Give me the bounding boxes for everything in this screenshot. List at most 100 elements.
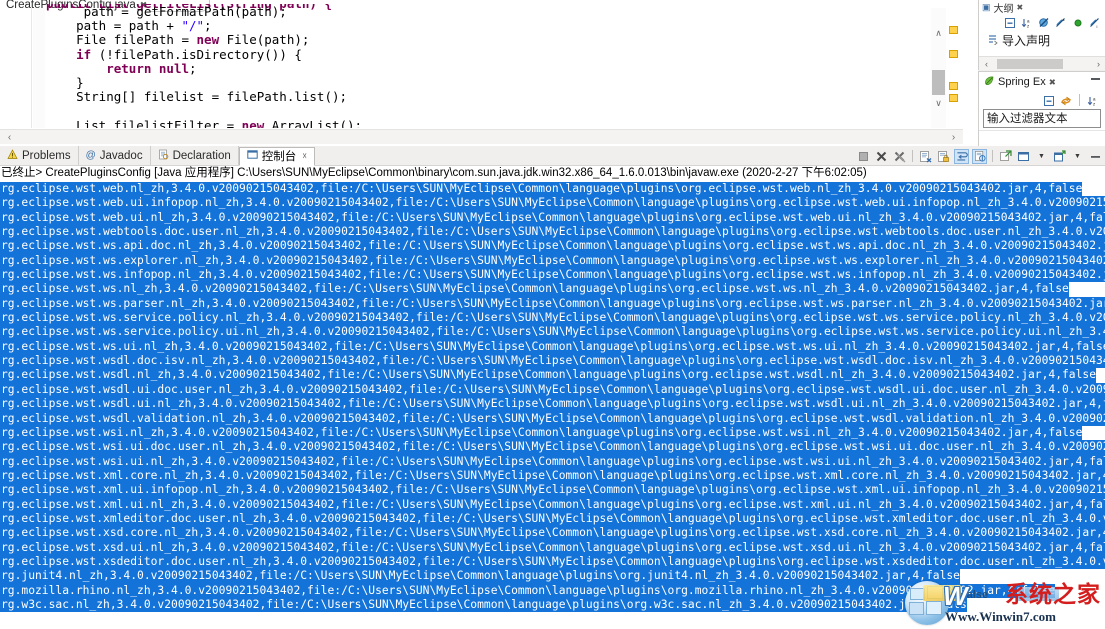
annotation-marker[interactable] [949,26,958,34]
scroll-left-icon[interactable]: ‹ [2,130,17,145]
console-line-text: rg.eclipse.wst.wsi.ui.doc.user.nl_zh,3.4… [0,440,1105,455]
close-icon[interactable]: ✖ [1049,77,1056,88]
annotation-marker[interactable] [949,94,958,102]
hide-nonpublic-icon[interactable] [1072,16,1084,28]
outline-icon: ▣ [982,1,991,12]
outline-item-import-declarations[interactable]: 导入声明 [987,32,1050,49]
spring-leaf-icon [983,75,995,90]
scroll-up-icon[interactable]: ∧ [931,26,946,40]
terminate-icon[interactable] [856,149,871,164]
console-line-text: rg.eclipse.wst.wsdl.nl_zh,3.4.0.v2009021… [0,368,1097,383]
collapse-all-icon[interactable] [1004,16,1016,28]
right-sidebar: ▣ 大纲 ✖ az s l 导入声明 ‹ › Spring Ex ✖ a z 输… [978,0,1105,147]
spring-explorer-view: Spring Ex ✖ az 输入过滤器文本 [978,71,1105,147]
remove-launch-icon[interactable] [874,149,889,164]
annotation-marker[interactable] [949,82,958,90]
console-line-text: rg.eclipse.wst.ws.ui.nl_zh,3.4.0.v200902… [0,339,1105,355]
hide-fields-icon[interactable] [1038,16,1050,28]
word-wrap-icon[interactable] [954,148,969,164]
code-line-4: if (!filePath.isDirectory()) { [76,46,302,62]
code-line-3: File filePath = new File(path); [46,32,310,48]
tab-problems[interactable]: Problems [0,146,79,165]
sort-icon[interactable]: az [1087,94,1099,107]
console-line-text: rg.eclipse.wst.xsdeditor.doc.user.nl_zh,… [0,554,1105,570]
console-output-line: rg.eclipse.wst.ws.infopop.nl_zh,3.4.0.v2… [0,268,1105,283]
link-editor-icon[interactable] [1060,94,1072,106]
console-output[interactable]: rg.eclipse.wst.web.nl_zh,3.4.0.v20090215… [0,182,1105,629]
display-selected-console-icon[interactable] [998,149,1013,164]
console-output-line: rg.eclipse.wst.xsdeditor.doc.user.nl_zh,… [0,554,1105,570]
console-line-text: rg.eclipse.wst.ws.nl_zh,3.4.0.v200902150… [0,282,1069,297]
console-toolbar: ▼ ▼ [856,147,1103,165]
console-line-text: rg.mozilla.rhino.nl_zh,3.4.0.v2009021504… [0,583,1056,598]
console-output-line: rg.eclipse.wst.ws.api.doc.nl_zh,3.4.0.v2… [0,239,1105,254]
scroll-thumb[interactable] [932,70,945,95]
tab-declaration[interactable]: Declaration [151,146,239,165]
editor-source-text[interactable]: path = getFormatPath(path); path = path … [46,4,348,105]
clear-console-icon[interactable] [918,149,933,164]
editor-vertical-scrollbar[interactable]: ∧ ∨ [931,8,946,128]
console-output-line: rg.junit4.nl_zh,3.4.0.v20090215043402,fi… [0,569,1105,584]
scroll-right-icon[interactable]: › [1092,57,1105,71]
console-line-text: rg.eclipse.wst.web.nl_zh,3.4.0.v20090215… [0,182,1083,197]
sort-icon[interactable]: az [1021,16,1033,29]
pin-console-icon[interactable] [972,148,987,164]
open-console-menu-icon[interactable]: ▼ [1034,149,1049,164]
new-console-view-icon[interactable] [1052,149,1067,164]
hide-static-icon[interactable]: s [1055,16,1067,28]
import-declaration-icon [987,34,998,48]
close-icon[interactable]: ☓ [302,151,307,162]
open-console-icon[interactable] [1016,149,1031,164]
spring-explorer-tab[interactable]: Spring Ex ✖ [979,74,1105,90]
spring-explorer-tab-label: Spring Ex [998,76,1046,88]
console-line-text: rg.eclipse.wst.webtools.doc.user.nl_zh,3… [0,225,1105,240]
outline-horizontal-scrollbar[interactable]: ‹ › [979,56,1105,70]
editor-horizontal-scrollbar[interactable]: ‹ › [0,129,963,144]
console-output-line: rg.eclipse.wst.wsdl.doc.isv.nl_zh,3.4.0.… [0,354,1105,369]
eclipse-workbench: CreatePluginsConfig.java ✖ public List g… [0,0,1105,629]
java-editor-area: CreatePluginsConfig.java ✖ public List g… [0,0,978,146]
console-line-text: rg.eclipse.wst.wsi.ui.nl_zh,3.4.0.v20090… [0,454,1105,469]
code-line-7: String[] filelist = filePath.list(); [46,89,348,105]
console-output-line: rg.eclipse.wst.web.nl_zh,3.4.0.v20090215… [0,182,1105,197]
console-output-line: rg.eclipse.wst.wsdl.nl_zh,3.4.0.v2009021… [0,368,1105,383]
console-line-text: rg.eclipse.wst.ws.api.doc.nl_zh,3.4.0.v2… [0,239,1105,254]
code-line-2: path = path + "/"; [46,18,212,34]
scroll-lock-icon[interactable] [936,149,951,164]
outline-item-label: 导入声明 [1002,34,1051,48]
scroll-right-icon[interactable]: › [946,130,961,145]
tab-label: Javadoc [99,149,143,162]
collapse-all-icon[interactable] [1043,94,1055,106]
code-line-1: path = getFormatPath(path); [53,4,287,19]
new-console-menu-icon[interactable]: ▼ [1070,149,1085,164]
console-output-line: rg.eclipse.wst.web.ui.nl_zh,3.4.0.v20090… [0,210,1105,226]
remove-all-launches-icon[interactable] [892,149,907,164]
console-output-line: rg.eclipse.wst.wsdl.ui.nl_zh,3.4.0.v2009… [0,397,1105,412]
outline-toolbar: az s l [979,14,1105,30]
outline-view: ▣ 大纲 ✖ az s l 导入声明 ‹ › [978,0,1105,70]
scroll-left-icon[interactable]: ‹ [980,57,993,71]
toolbar-separator [912,150,913,162]
minimize-icon[interactable] [1088,149,1103,164]
console-output-line: rg.eclipse.wst.xml.ui.nl_zh,3.4.0.v20090… [0,497,1105,512]
close-icon[interactable]: ✖ [1017,3,1024,12]
annotation-marker[interactable] [949,50,958,58]
console-panel: Problems @ Javadoc Declaration 控制台 ☓ ▼ ▼… [0,146,1105,629]
console-line-text: rg.eclipse.wst.xsd.ui.nl_zh,3.4.0.v20090… [0,540,1105,555]
spring-explorer-tree[interactable] [979,130,1105,147]
console-output-line: rg.eclipse.wst.webtools.doc.user.nl_zh,3… [0,225,1105,240]
console-line-text: rg.eclipse.wst.ws.service.policy.ui.nl_z… [0,325,1105,340]
minimize-icon[interactable] [1091,78,1100,80]
tab-console[interactable]: 控制台 ☓ [238,146,316,166]
scroll-down-icon[interactable]: ∨ [931,96,946,110]
outline-tab[interactable]: ▣ 大纲 ✖ [979,0,1105,15]
editor-annotation-ruler[interactable] [946,8,961,128]
hide-local-icon[interactable]: l [1089,16,1101,29]
console-line-text: rg.eclipse.wst.xml.ui.infopop.nl_zh,3.4.… [0,483,1105,498]
scroll-thumb[interactable] [997,59,1063,69]
console-line-text: rg.eclipse.wst.wsdl.ui.nl_zh,3.4.0.v2009… [0,397,1105,412]
console-line-text: rg.eclipse.wst.wsdl.doc.isv.nl_zh,3.4.0.… [0,354,1105,369]
console-line-text: rg.eclipse.wst.xmleditor.doc.user.nl_zh,… [0,511,1105,527]
filter-input[interactable]: 输入过滤器文本 [983,109,1101,128]
tab-javadoc[interactable]: @ Javadoc [79,146,151,165]
